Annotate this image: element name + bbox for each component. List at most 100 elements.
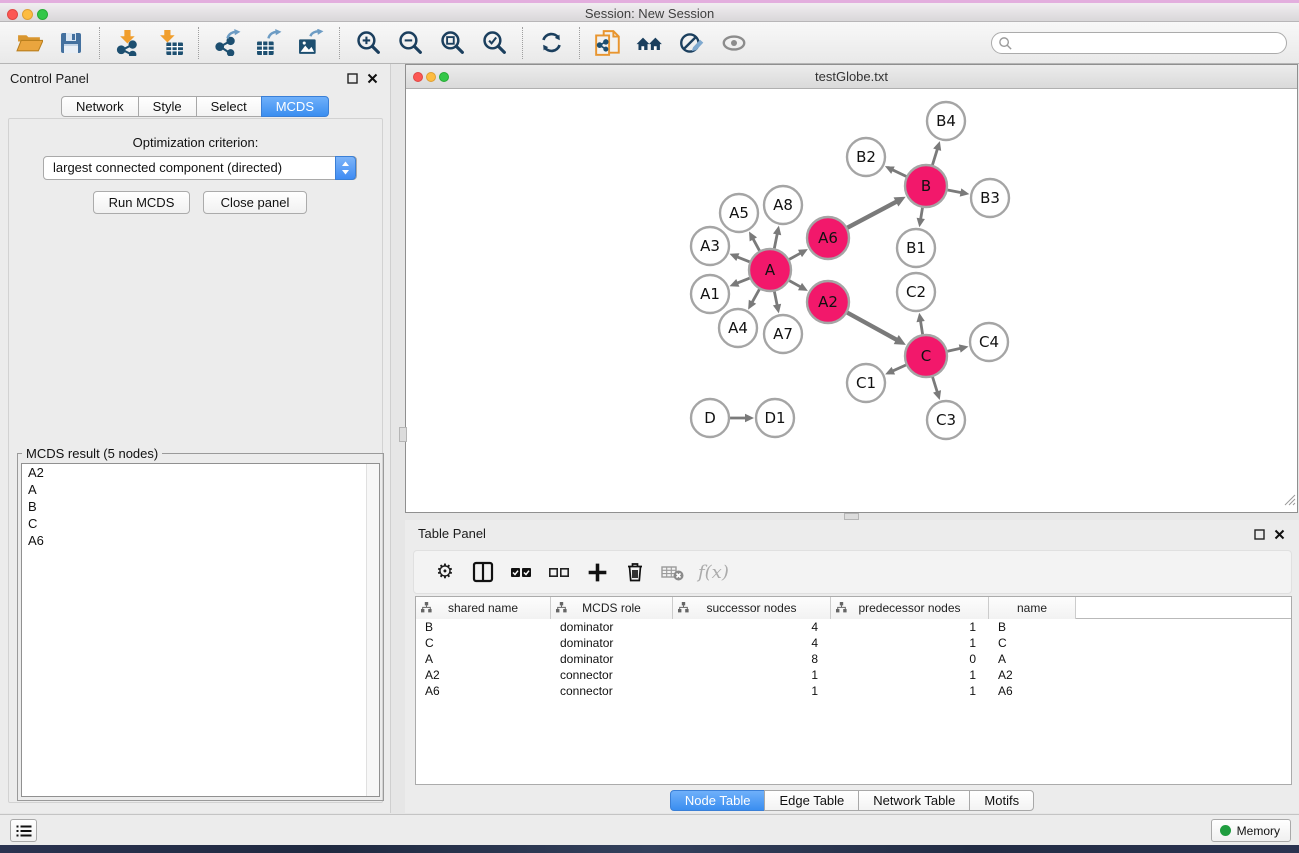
resize-grip-icon[interactable]	[1284, 493, 1296, 511]
graph-node-A6[interactable]: A6	[807, 217, 849, 259]
graph-node-C3[interactable]: C3	[927, 401, 965, 439]
search-input[interactable]	[991, 32, 1287, 54]
tab-mcds[interactable]: MCDS	[261, 96, 329, 117]
graph-node-A2[interactable]: A2	[807, 281, 849, 323]
close-panel-button[interactable]: Close panel	[203, 191, 307, 214]
graph-node-D[interactable]: D	[691, 399, 729, 437]
save-session-icon[interactable]	[54, 26, 88, 60]
table-cell[interactable]: 1	[831, 619, 989, 635]
zoom-fit-icon[interactable]	[435, 26, 469, 60]
export-image-icon[interactable]	[294, 26, 328, 60]
graph-edge-D-D1[interactable]	[730, 414, 754, 422]
table-row[interactable]: A6connector11A6	[416, 683, 1291, 699]
zoom-in-icon[interactable]	[351, 26, 385, 60]
scrollbar-track[interactable]	[366, 464, 379, 796]
table-cell[interactable]: 0	[831, 651, 989, 667]
graph-edge-C-C1[interactable]	[885, 365, 906, 374]
panel-divider-handle[interactable]	[399, 427, 407, 442]
mcds-result-item[interactable]: A6	[22, 532, 379, 549]
mcds-result-item[interactable]: C	[22, 515, 379, 532]
graph-edge-C-C3[interactable]	[933, 377, 941, 400]
graph-node-B1[interactable]: B1	[897, 229, 935, 267]
float-panel-icon[interactable]	[1254, 527, 1265, 545]
add-column-icon[interactable]	[581, 556, 613, 588]
import-network-icon[interactable]	[111, 26, 145, 60]
table-cell[interactable]: 4	[673, 635, 831, 651]
graph-node-A4[interactable]: A4	[719, 309, 757, 347]
network-from-selection-icon[interactable]	[591, 26, 625, 60]
show-columns-icon[interactable]	[467, 556, 499, 588]
table-cell[interactable]: dominator	[551, 635, 673, 651]
graph-node-A8[interactable]: A8	[764, 186, 802, 224]
delete-column-icon[interactable]	[619, 556, 651, 588]
mcds-result-item[interactable]: B	[22, 498, 379, 515]
graph-node-B[interactable]: B	[905, 165, 947, 207]
memory-button[interactable]: Memory	[1211, 819, 1291, 842]
table-cell[interactable]: 1	[673, 683, 831, 699]
graph-node-A3[interactable]: A3	[691, 227, 729, 265]
table-cell[interactable]: 4	[673, 619, 831, 635]
close-panel-icon[interactable]	[1274, 527, 1285, 545]
graph-node-B4[interactable]: B4	[927, 102, 965, 140]
table-cell[interactable]: A2	[416, 667, 551, 683]
graph-edge-B-B2[interactable]	[885, 166, 906, 176]
table-cell[interactable]: A6	[989, 683, 1076, 699]
graph-node-C1[interactable]: C1	[847, 364, 885, 402]
table-row[interactable]: Cdominator41C	[416, 635, 1291, 651]
column-header-predecessor-nodes[interactable]: predecessor nodes	[831, 597, 989, 619]
graph-edge-A-A7[interactable]	[773, 292, 781, 314]
tab-select[interactable]: Select	[196, 96, 262, 117]
float-panel-icon[interactable]	[347, 71, 358, 89]
table-cell[interactable]: A	[989, 651, 1076, 667]
graph-edge-A-A3[interactable]	[729, 253, 749, 262]
table-cell[interactable]: 1	[831, 683, 989, 699]
column-header-successor-nodes[interactable]: successor nodes	[673, 597, 831, 619]
table-cell[interactable]: B	[416, 619, 551, 635]
table-row[interactable]: Adominator80A	[416, 651, 1291, 667]
table-row[interactable]: A2connector11A2	[416, 667, 1291, 683]
graph-edge-C-C4[interactable]	[947, 344, 968, 352]
graph-edge-A-A5[interactable]	[749, 231, 759, 250]
graph-node-A1[interactable]: A1	[691, 275, 729, 313]
home-icon[interactable]	[633, 26, 667, 60]
zoom-selected-icon[interactable]	[477, 26, 511, 60]
network-canvas[interactable]: B4B2BB3A8A5A6A3B1AC2A1A2A4A7C4CC1DD1C3	[406, 89, 1297, 512]
zoom-out-icon[interactable]	[393, 26, 427, 60]
graph-node-B3[interactable]: B3	[971, 179, 1009, 217]
task-history-button[interactable]	[10, 819, 37, 842]
function-builder-icon[interactable]: f(x)	[698, 562, 729, 583]
graph-node-C[interactable]: C	[905, 335, 947, 377]
table-cell[interactable]: A2	[989, 667, 1076, 683]
table-cell[interactable]: C	[989, 635, 1076, 651]
graph-node-A[interactable]: A	[749, 249, 791, 291]
graph-edge-A-A2[interactable]	[789, 281, 808, 291]
graph-edge-A2-C[interactable]	[847, 313, 906, 345]
graph-node-A7[interactable]: A7	[764, 315, 802, 353]
graph-edge-B-B1[interactable]	[917, 208, 925, 228]
column-header-shared-name[interactable]: shared name	[416, 597, 551, 619]
table-cell[interactable]: A	[416, 651, 551, 667]
graph-edge-A-A4[interactable]	[748, 289, 759, 309]
export-table-icon[interactable]	[252, 26, 286, 60]
tab-network-table[interactable]: Network Table	[858, 790, 970, 811]
graph-edge-C-C2[interactable]	[916, 313, 924, 335]
delete-table-icon[interactable]	[657, 556, 689, 588]
table-cell[interactable]: dominator	[551, 619, 673, 635]
tab-node-table[interactable]: Node Table	[670, 790, 766, 811]
graph-edge-A-A1[interactable]	[729, 278, 749, 287]
column-header-MCDS-role[interactable]: MCDS role	[551, 597, 673, 619]
table-cell[interactable]: 1	[831, 635, 989, 651]
graph-node-A5[interactable]: A5	[720, 194, 758, 232]
deselect-all-icon[interactable]	[543, 556, 575, 588]
table-row[interactable]: Bdominator41B	[416, 619, 1291, 635]
mcds-result-item[interactable]: A2	[22, 464, 379, 481]
table-cell[interactable]: dominator	[551, 651, 673, 667]
graph-node-C4[interactable]: C4	[970, 323, 1008, 361]
tab-edge-table[interactable]: Edge Table	[764, 790, 859, 811]
tab-style[interactable]: Style	[138, 96, 197, 117]
column-header-name[interactable]: name	[989, 597, 1076, 619]
table-cell[interactable]: 8	[673, 651, 831, 667]
graph-edge-B-B3[interactable]	[948, 188, 970, 196]
mcds-result-item[interactable]: A	[22, 481, 379, 498]
apply-layout-icon[interactable]	[534, 26, 568, 60]
